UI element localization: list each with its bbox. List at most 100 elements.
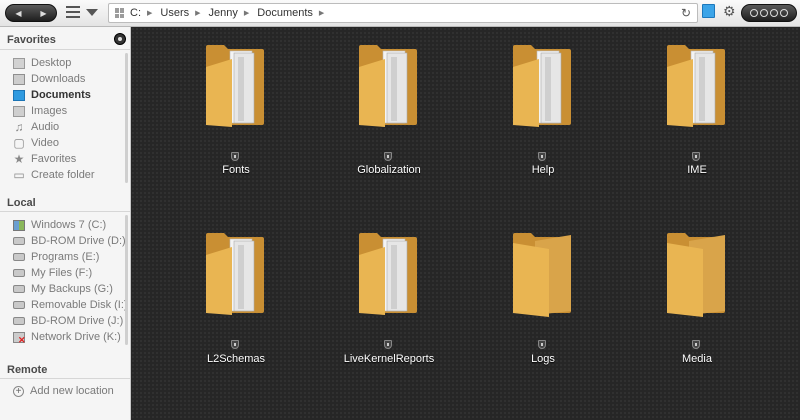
folder-icon xyxy=(359,45,417,127)
folder-item[interactable]: Help xyxy=(483,39,603,189)
chevron-right-icon[interactable]: ▶ xyxy=(319,9,324,17)
sidebar-item-bd-rom-drive-j[interactable]: BD-ROM Drive (J:) xyxy=(0,313,130,329)
folder-name: Help xyxy=(531,164,555,176)
sidebar-item-desktop[interactable]: Desktop xyxy=(0,55,130,71)
gear-icon[interactable]: ⚙ xyxy=(723,4,736,18)
minimize-button[interactable] xyxy=(750,9,758,17)
folder-name: L2Schemas xyxy=(206,353,266,365)
sidebar-item-windows-7-c[interactable]: Windows 7 (C:) xyxy=(0,217,130,233)
sidebar-item-label: Video xyxy=(31,137,59,149)
star-icon: ★ xyxy=(13,151,25,166)
maximize-button[interactable] xyxy=(760,9,768,17)
back-forward-control[interactable]: ◀ ▶ xyxy=(5,4,57,22)
sidebar-item-label: Desktop xyxy=(31,57,72,69)
eye-icon[interactable] xyxy=(114,33,126,45)
address-bar[interactable]: C: ▶ Users ▶ Jenny ▶ Documents ▶ ↻ xyxy=(108,3,698,23)
sidebar-item-my-files-f[interactable]: My Files (F:) xyxy=(0,265,130,281)
folder-item[interactable]: Logs xyxy=(483,227,603,377)
pane-toggle-icon[interactable] xyxy=(702,4,715,18)
view-dropdown-button[interactable] xyxy=(86,9,98,16)
local-list: Windows 7 (C:) BD-ROM Drive (D:) Programs … xyxy=(0,217,130,346)
breadcrumb-item[interactable]: Users ▶ xyxy=(160,7,208,19)
close-button[interactable] xyxy=(780,9,788,17)
desktop-icon xyxy=(13,57,25,69)
network-drive-icon xyxy=(13,331,26,346)
music-note-icon: ♫ xyxy=(14,119,24,134)
remote-list: + Add new location xyxy=(0,383,130,399)
chevron-right-icon[interactable]: ▶ xyxy=(147,9,152,17)
menu-button[interactable] xyxy=(66,6,80,18)
sidebar-item-images[interactable]: Images xyxy=(0,103,130,119)
sidebar-item-label: Favorites xyxy=(31,153,77,165)
folder-item[interactable]: Fonts xyxy=(176,39,296,189)
folder-grid: Fonts Globalization Help IME L2Schemas L… xyxy=(131,27,800,420)
folder-icon xyxy=(206,233,264,315)
chevron-right-icon[interactable]: ▶ xyxy=(195,9,200,17)
restore-button[interactable] xyxy=(770,9,778,17)
folder-item[interactable]: IME xyxy=(637,39,757,189)
breadcrumb-item[interactable]: C: ▶ xyxy=(130,7,160,19)
folder-name: LiveKernelReports xyxy=(343,353,435,365)
shield-icon xyxy=(692,340,700,349)
back-arrow-icon[interactable]: ◀ xyxy=(15,9,21,18)
forward-arrow-icon[interactable]: ▶ xyxy=(40,9,46,18)
sidebar-item-label: Audio xyxy=(31,121,60,133)
sidebar: Favorites Desktop Downloads Documents Image… xyxy=(0,27,131,420)
window-controls xyxy=(741,4,797,22)
sidebar-item-label: My Files (F:) xyxy=(31,267,93,279)
local-header: Local xyxy=(0,194,130,212)
sidebar-item-label: Network Drive (K:) xyxy=(31,331,121,343)
sidebar-item-label: Create folder xyxy=(31,169,95,181)
documents-icon xyxy=(13,89,25,101)
sidebar-item-audio[interactable]: ♫ Audio xyxy=(0,119,130,135)
sidebar-item-documents[interactable]: Documents xyxy=(0,87,130,103)
folder-item[interactable]: LiveKernelReports xyxy=(329,227,449,377)
add-icon: + xyxy=(13,385,24,397)
shield-icon xyxy=(538,340,546,349)
breadcrumb-label: Documents xyxy=(257,7,313,19)
sidebar-item-downloads[interactable]: Downloads xyxy=(0,71,130,87)
folder-name: Media xyxy=(682,353,712,365)
remote-title: Remote xyxy=(7,364,48,376)
folder-item[interactable]: Media xyxy=(637,227,757,377)
sidebar-item-create-folder[interactable]: ▭ Create folder xyxy=(0,167,130,183)
sidebar-item-bd-rom-drive-d[interactable]: BD-ROM Drive (D:) xyxy=(0,233,130,249)
hard-drive-icon xyxy=(13,269,25,277)
sidebar-item-label: BD-ROM Drive (J:) xyxy=(31,315,124,327)
breadcrumb-item[interactable]: Documents ▶ xyxy=(257,7,332,19)
sidebar-item-programs-e[interactable]: Programs (E:) xyxy=(0,249,130,265)
hard-drive-icon xyxy=(13,253,25,261)
windows-logo-icon xyxy=(115,8,125,18)
folder-icon xyxy=(513,233,571,317)
folder-name: IME xyxy=(687,164,707,176)
local-title: Local xyxy=(7,197,36,209)
sidebar-item-network-drive-k[interactable]: Network Drive (K:) xyxy=(0,329,130,346)
favorites-title: Favorites xyxy=(7,34,56,46)
folder-icon xyxy=(359,233,417,315)
favorites-list: Desktop Downloads Documents Images ♫ Audio ▢ Vi… xyxy=(0,55,130,183)
video-icon: ▢ xyxy=(13,135,25,150)
favorites-scrollbar[interactable] xyxy=(125,53,128,183)
sidebar-item-removable-disk-i[interactable]: Removable Disk (I:) xyxy=(0,297,130,313)
refresh-icon[interactable]: ↻ xyxy=(681,6,691,20)
sidebar-item-my-backups-g[interactable]: My Backups (G:) xyxy=(0,281,130,297)
sidebar-item-label: Documents xyxy=(31,89,91,101)
breadcrumb-item[interactable]: Jenny ▶ xyxy=(209,7,258,19)
folder-item[interactable]: L2Schemas xyxy=(176,227,296,377)
folder-icon xyxy=(206,45,264,127)
toolbar: ◀ ▶ C: ▶ Users ▶ Jenny ▶ Documents ▶ ↻ ⚙ xyxy=(0,0,800,27)
folder-icon xyxy=(667,45,725,127)
optical-drive-icon xyxy=(13,237,25,245)
removable-disk-icon xyxy=(13,301,25,309)
shield-icon xyxy=(231,152,239,161)
shield-icon xyxy=(384,152,392,161)
folder-icon: ▭ xyxy=(13,167,25,182)
local-scrollbar[interactable] xyxy=(125,215,128,345)
chevron-right-icon[interactable]: ▶ xyxy=(244,9,249,17)
sidebar-item-video[interactable]: ▢ Video xyxy=(0,135,130,151)
sidebar-item-label: Programs (E:) xyxy=(31,251,100,263)
shield-icon xyxy=(384,340,392,349)
folder-item[interactable]: Globalization xyxy=(329,39,449,189)
sidebar-item-add-new-location[interactable]: + Add new location xyxy=(0,383,130,399)
sidebar-item-favorites[interactable]: ★ Favorites xyxy=(0,151,130,167)
